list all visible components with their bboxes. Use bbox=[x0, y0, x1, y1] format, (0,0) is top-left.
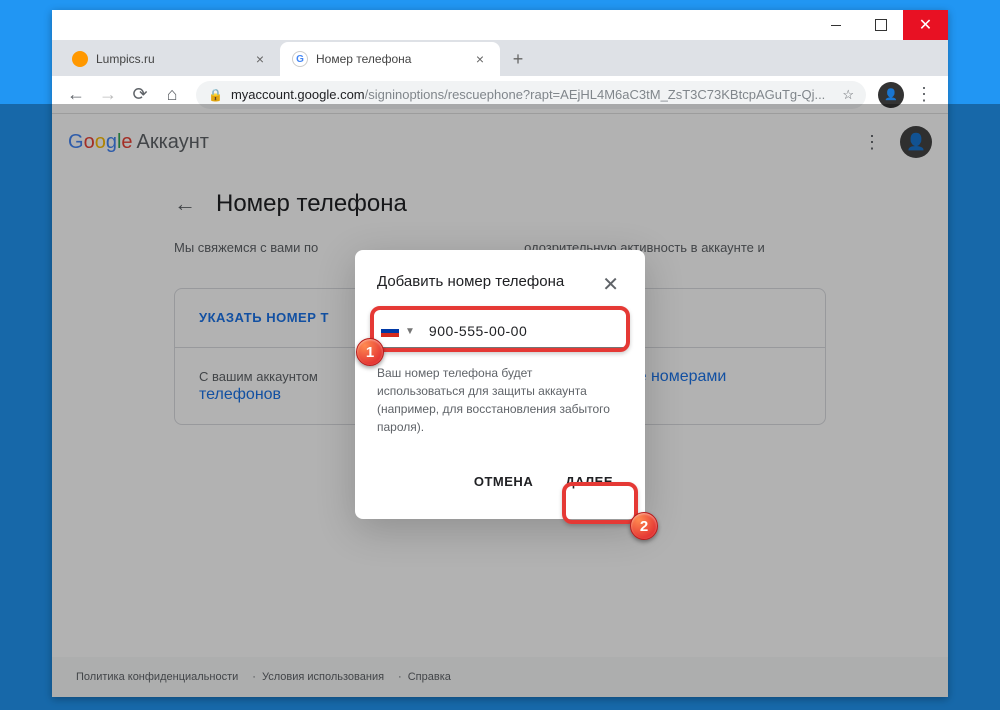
tab-lumpics[interactable]: Lumpics.ru × bbox=[60, 42, 280, 76]
modal-title: Добавить номер телефона bbox=[377, 272, 598, 292]
modal-description: Ваш номер телефона будет использоваться … bbox=[377, 364, 623, 436]
modal-close-button[interactable]: ✕ bbox=[598, 272, 623, 297]
country-dropdown-icon[interactable]: ▼ bbox=[405, 326, 415, 337]
window-titlebar: ✕ bbox=[52, 10, 948, 40]
lumpics-favicon-icon bbox=[72, 51, 88, 67]
new-tab-button[interactable]: + bbox=[504, 45, 532, 73]
cancel-button[interactable]: ОТМЕНА bbox=[464, 466, 543, 497]
tab-strip: Lumpics.ru × G Номер телефона × + bbox=[52, 40, 948, 76]
window-maximize-button[interactable] bbox=[858, 10, 903, 40]
phone-input[interactable]: ▼ 900-555-00-00 bbox=[377, 315, 623, 348]
phone-value: 900-555-00-00 bbox=[429, 323, 527, 339]
add-phone-modal: Добавить номер телефона ✕ ▼ 900-555-00-0… bbox=[355, 250, 645, 519]
annotation-badge-1: 1 bbox=[356, 338, 384, 366]
tab-close-icon[interactable]: × bbox=[252, 51, 268, 67]
tab-title: Номер телефона bbox=[316, 52, 472, 66]
url-path: /signinoptions/rescuephone?rapt=AEjHL4M6… bbox=[365, 87, 826, 102]
next-button[interactable]: ДАЛЕЕ bbox=[555, 466, 623, 497]
url-domain: myaccount.google.com bbox=[231, 87, 365, 102]
window-minimize-button[interactable] bbox=[813, 10, 858, 40]
russia-flag-icon bbox=[381, 325, 399, 337]
google-favicon-icon: G bbox=[292, 51, 308, 67]
tab-close-icon[interactable]: × bbox=[472, 51, 488, 67]
annotation-badge-2: 2 bbox=[630, 512, 658, 540]
tab-title: Lumpics.ru bbox=[96, 52, 252, 66]
tab-phone[interactable]: G Номер телефона × bbox=[280, 42, 500, 76]
window-close-button[interactable]: ✕ bbox=[903, 10, 948, 40]
bookmark-star-icon[interactable]: ☆ bbox=[842, 87, 854, 103]
lock-icon: 🔒 bbox=[208, 88, 223, 102]
